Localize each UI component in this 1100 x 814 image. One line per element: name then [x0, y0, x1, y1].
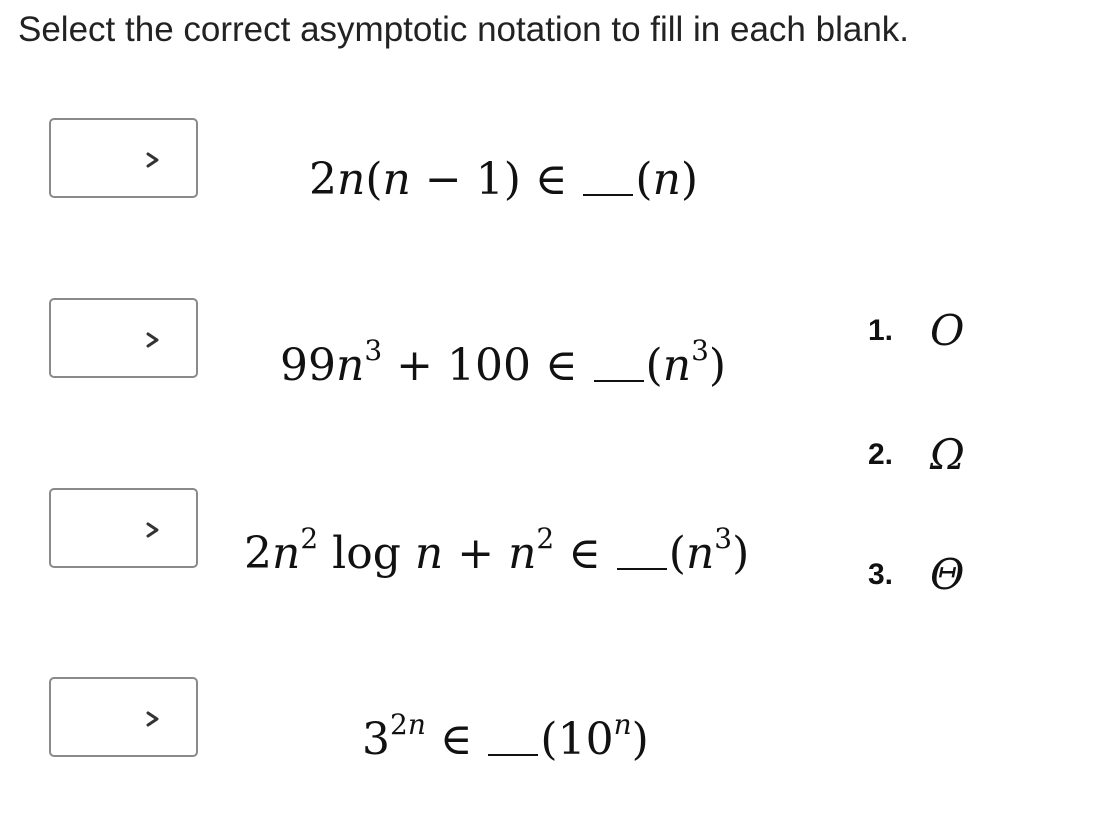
option-number: 1. [868, 313, 894, 347]
expression-2: 99n3 + 100 ∈ (n3) [280, 334, 727, 394]
blank-1 [583, 192, 634, 196]
option-3: 3. Θ [868, 550, 964, 599]
expression-1-pre: 2n(n − 1) ∈ [309, 154, 582, 205]
blank-2 [593, 378, 644, 382]
blank-4 [488, 752, 539, 756]
answer-select-1[interactable] [49, 118, 198, 198]
chevron-down-icon [146, 711, 159, 727]
answer-select-3[interactable] [49, 488, 198, 568]
expression-1-post: (n) [635, 154, 699, 205]
option-symbol: O [930, 306, 965, 355]
option-1: 1. O [868, 306, 964, 355]
expression-4: 32n ∈ (10n) [362, 708, 649, 768]
option-symbol: Θ [930, 550, 965, 599]
answer-select-4[interactable] [49, 677, 198, 757]
chevron-down-icon [146, 152, 159, 168]
expression-4-post: (10n) [540, 708, 649, 765]
option-number: 2. [868, 437, 894, 471]
option-2: 2. Ω [868, 430, 965, 479]
expression-2-pre: 99n3 + 100 ∈ [280, 334, 592, 391]
option-number: 3. [868, 557, 894, 591]
answer-select-2[interactable] [49, 298, 198, 378]
blank-3 [616, 566, 667, 570]
expression-4-pre: 32n ∈ [362, 708, 487, 765]
expression-3: 2n2 log n + n2 ∈ (n3) [244, 522, 750, 582]
chevron-down-icon [146, 522, 159, 538]
option-symbol: Ω [930, 430, 965, 479]
expression-2-post: (n3) [645, 334, 727, 391]
chevron-down-icon [146, 332, 159, 348]
expression-3-post: (n3) [668, 522, 750, 579]
question-prompt: Select the correct asymptotic notation t… [18, 10, 910, 49]
expression-3-pre: 2n2 log n + n2 ∈ [244, 522, 615, 579]
expression-1: 2n(n − 1) ∈ (n) [309, 152, 698, 208]
